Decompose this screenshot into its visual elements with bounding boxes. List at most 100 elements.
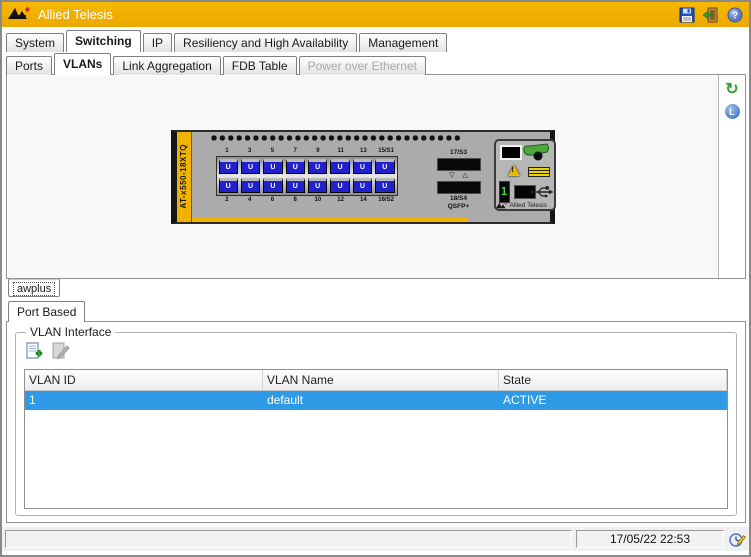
device-model-label: AT-x550-18XTQ xyxy=(179,144,188,209)
column-header-state[interactable]: State xyxy=(499,370,727,390)
tab-link-aggregation[interactable]: Link Aggregation xyxy=(113,56,220,75)
logout-icon[interactable] xyxy=(702,6,719,23)
tab-ip[interactable]: IP xyxy=(143,33,172,52)
vlan-table-body: 1defaultACTIVE xyxy=(25,391,727,410)
tab-system[interactable]: System xyxy=(6,33,64,52)
brand: Allied Telesis xyxy=(8,7,113,23)
port-numbers-bottom: 246810121416/S2 xyxy=(216,196,398,205)
auto-refresh-clock-icon[interactable]: L xyxy=(725,104,740,119)
switch-port[interactable]: U xyxy=(353,159,372,174)
device-brand: Allied Telesis xyxy=(496,202,547,209)
clock-edit-icon[interactable] xyxy=(728,530,746,548)
tab-management[interactable]: Management xyxy=(359,33,447,52)
device-area: AT-x550-18XTQ 13579111315/S1 UUUUUUUUUUU… xyxy=(7,75,718,278)
vlan-toolbar xyxy=(24,341,70,361)
switch-port[interactable]: U xyxy=(263,178,282,193)
device-brand-label: Allied Telesis xyxy=(510,202,547,209)
secondary-tabs: PortsVLANsLink AggregationFDB TablePower… xyxy=(6,53,426,75)
switch-port[interactable]: U xyxy=(219,178,238,193)
vlan-table: VLAN IDVLAN NameState 1defaultACTIVE xyxy=(24,369,728,509)
tab-port-based[interactable]: Port Based xyxy=(8,301,85,322)
qsfp-port-17[interactable] xyxy=(437,158,481,171)
switch-port[interactable]: U xyxy=(375,178,394,193)
switch-port[interactable]: U xyxy=(308,159,327,174)
port-numbers-top: 13579111315/S1 xyxy=(216,147,398,156)
title-bar: Allied Telesis xyxy=(2,2,749,27)
qsfp-top-label: 17/S3 xyxy=(428,149,490,157)
port-number-label: 13 xyxy=(352,147,375,156)
usb-icon xyxy=(530,185,554,202)
vlan-table-header: VLAN IDVLAN NameState xyxy=(25,370,727,391)
device-model-strip: AT-x550-18XTQ xyxy=(177,132,192,222)
led-display: 1 xyxy=(499,181,510,203)
table-cell-vlan-id: 1 xyxy=(25,391,263,410)
vlan-interface-group-title: VLAN Interface xyxy=(26,325,115,339)
switch-port[interactable]: U xyxy=(330,159,349,174)
switch-port[interactable]: U xyxy=(353,178,372,193)
port-number-label: 9 xyxy=(307,147,330,156)
port-number-label: 14 xyxy=(352,196,375,205)
add-vlan-icon[interactable] xyxy=(24,341,44,361)
port-number-label: 3 xyxy=(238,147,261,156)
port-number-label: 10 xyxy=(307,196,330,205)
vlan-interface-group: VLAN Interface xyxy=(15,332,737,516)
tab-fdb-table[interactable]: FDB Table xyxy=(223,56,297,75)
brand-title: Allied Telesis xyxy=(38,7,113,22)
switch-port[interactable]: U xyxy=(330,178,349,193)
switch-device-image: AT-x550-18XTQ 13579111315/S1 UUUUUUUUUUU… xyxy=(171,130,555,224)
qsfp-section: 17/S3 ▽△ 18/S4 QSFP+ xyxy=(428,149,490,211)
switch-port[interactable]: U xyxy=(308,178,327,193)
title-bar-actions: ? xyxy=(678,6,743,23)
warning-triangle-icon xyxy=(508,165,520,176)
qsfp-port-18[interactable] xyxy=(437,181,481,194)
port-number-label: 8 xyxy=(284,196,307,205)
app-window: Allied Telesis xyxy=(0,0,751,557)
refresh-icon[interactable]: ↻ xyxy=(725,83,738,97)
vent-holes xyxy=(210,134,462,142)
switch-port[interactable]: U xyxy=(241,178,260,193)
switch-port[interactable]: U xyxy=(375,159,394,174)
table-cell-vlan-name: default xyxy=(263,391,499,410)
port-number-label: 15/S1 xyxy=(375,147,398,156)
tab-switching[interactable]: Switching xyxy=(66,30,141,52)
column-header-vlan-name[interactable]: VLAN Name xyxy=(263,370,499,390)
column-header-vlan-id[interactable]: VLAN ID xyxy=(25,370,263,390)
switch-port[interactable]: U xyxy=(263,159,282,174)
port-number-label: 16/S2 xyxy=(375,196,398,205)
save-icon[interactable] xyxy=(678,6,695,23)
qsfp-triangles: ▽△ xyxy=(428,172,490,180)
panel-action-strip: ↻ L xyxy=(718,75,745,278)
tab-vlans[interactable]: VLANs xyxy=(54,53,111,75)
qsfp-type-label: QSFP+ xyxy=(428,203,490,211)
vlan-panel: VLAN Interface xyxy=(6,321,746,523)
switch-port[interactable]: U xyxy=(286,159,305,174)
switch-port[interactable]: U xyxy=(219,159,238,174)
device-view-panel: AT-x550-18XTQ 13579111315/S1 UUUUUUUUUUU… xyxy=(6,74,746,279)
table-cell-state: ACTIVE xyxy=(499,391,727,410)
port-number-label: 4 xyxy=(238,196,261,205)
switch-port[interactable]: U xyxy=(241,159,260,174)
tab-ports[interactable]: Ports xyxy=(6,56,52,75)
device-body: 13579111315/S1 UUUUUUUUUUUUUUUU 24681012… xyxy=(192,132,550,222)
table-row[interactable]: 1defaultACTIVE xyxy=(25,391,727,410)
edit-vlan-icon xyxy=(50,341,70,361)
port-block: UUUUUUUUUUUUUUUU xyxy=(216,156,398,196)
device-tab-awplus-label: awplus xyxy=(13,282,55,296)
help-icon[interactable]: ? xyxy=(726,6,743,23)
port-number-label: 1 xyxy=(216,147,239,156)
device-tab-awplus[interactable]: awplus xyxy=(8,279,60,297)
port-number-label: 12 xyxy=(329,196,352,205)
port-number-label: 7 xyxy=(284,147,307,156)
console-port xyxy=(500,145,522,160)
tab-power-over-ethernet: Power over Ethernet xyxy=(299,56,426,75)
device-bottom-strip xyxy=(192,218,468,222)
tab-resiliency-and-high-availability[interactable]: Resiliency and High Availability xyxy=(174,33,357,52)
allied-telesis-logo-icon xyxy=(8,7,32,23)
svg-text:?: ? xyxy=(731,10,737,21)
port-section: 13579111315/S1 UUUUUUUUUUUUUUUU 24681012… xyxy=(216,147,398,205)
eco-button-icon xyxy=(521,143,551,168)
port-number-label: 5 xyxy=(261,147,284,156)
device-control-panel: 1 xyxy=(494,139,556,211)
switch-port[interactable]: U xyxy=(286,178,305,193)
vlan-mode-tabs: Port Based xyxy=(8,301,85,322)
